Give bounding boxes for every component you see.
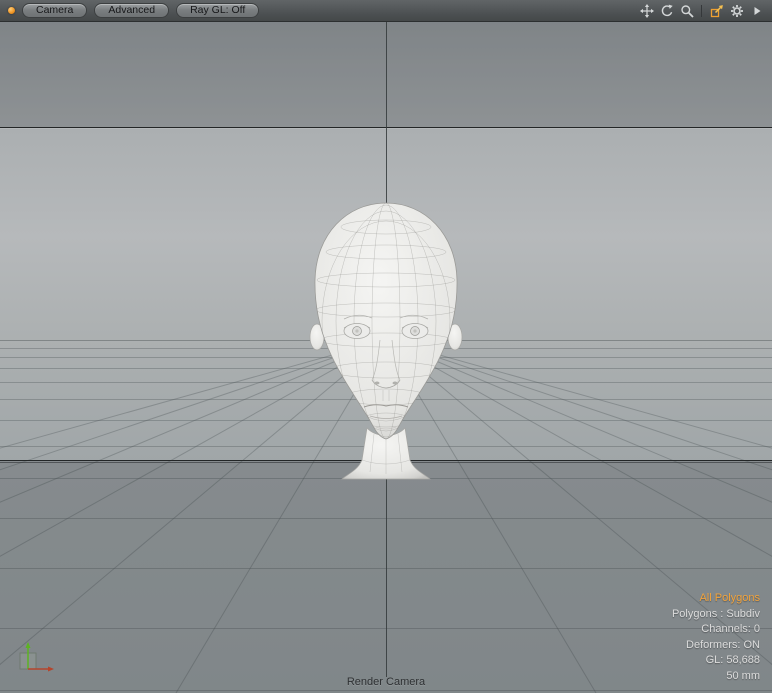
camera-menu-button[interactable]: Camera xyxy=(22,3,87,18)
raygl-toggle-button[interactable]: Ray GL: Off xyxy=(176,3,259,18)
deformers-state-label: Deformers: ON xyxy=(672,638,760,654)
rotate-icon[interactable] xyxy=(659,3,674,18)
3d-viewport-window: Camera Advanced Ray GL: Off xyxy=(0,0,772,693)
3d-viewport[interactable]: Render Camera All Polygons Polygons : Su… xyxy=(0,22,772,693)
camera-name-label: Render Camera xyxy=(347,676,425,688)
polygons-type-label: Polygons : Subdiv xyxy=(672,607,760,623)
fit-icon[interactable] xyxy=(709,3,724,18)
viewport-canvas xyxy=(0,22,772,693)
channels-count-label: Channels: 0 xyxy=(672,622,760,638)
gl-count-label: GL: 58,688 xyxy=(672,653,760,669)
pan-icon[interactable] xyxy=(639,3,654,18)
toolbar-icon-row xyxy=(639,3,764,18)
selection-mode-label: All Polygons xyxy=(672,591,760,607)
toolbar-divider xyxy=(701,5,702,17)
viewport-info-readout: All Polygons Polygons : Subdiv Channels:… xyxy=(672,591,760,684)
focal-length-label: 50 mm xyxy=(672,669,760,685)
advanced-menu-button[interactable]: Advanced xyxy=(94,3,169,18)
zoom-icon[interactable] xyxy=(679,3,694,18)
viewport-toolbar: Camera Advanced Ray GL: Off xyxy=(0,0,772,22)
expand-arrow-icon[interactable] xyxy=(749,3,764,18)
viewport-indicator-dot[interactable] xyxy=(8,7,15,14)
gear-icon[interactable] xyxy=(729,3,744,18)
